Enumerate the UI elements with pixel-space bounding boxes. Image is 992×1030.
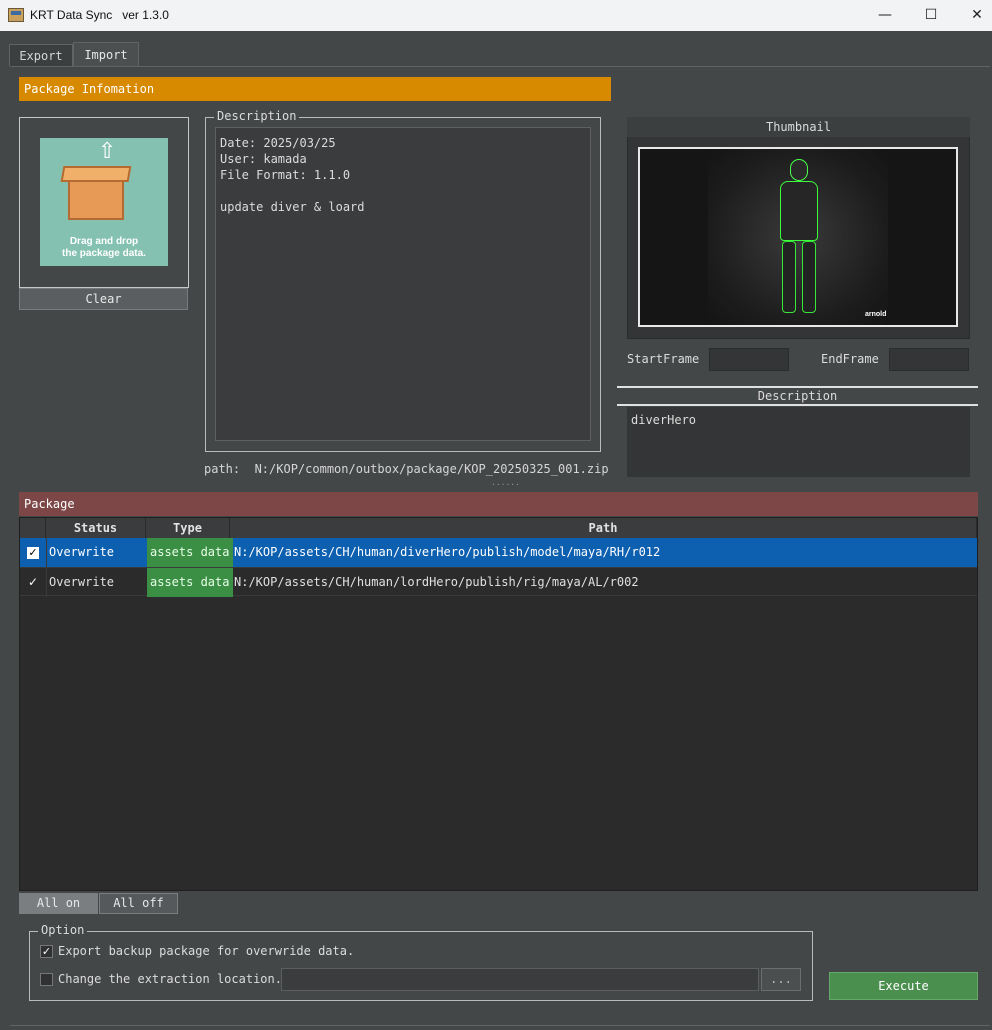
all-off-button[interactable]: All off [99, 893, 178, 914]
character-body [780, 181, 818, 241]
change-location-label[interactable]: Change the extraction location. [58, 972, 282, 986]
arrow-up-icon: ⇧ [98, 139, 117, 164]
column-header-check[interactable] [20, 518, 46, 538]
column-header-status[interactable]: Status [46, 518, 146, 538]
package-path-label: path: N:/KOP/common/outbox/package/KOP_2… [204, 462, 609, 476]
window-title: KRT Data Sync ver 1.3.0 [30, 8, 169, 22]
checkmark-icon: ✓ [27, 545, 39, 559]
row-status: Overwrite [46, 568, 150, 597]
thumbnail-description-title: Description [757, 389, 838, 403]
tab-import[interactable]: Import [73, 42, 139, 66]
box-lid [60, 166, 132, 182]
column-header-type[interactable]: Type [146, 518, 230, 538]
clear-button[interactable]: Clear [19, 288, 188, 310]
all-on-button[interactable]: All on [19, 893, 98, 914]
minimize-button[interactable]: — [862, 0, 908, 31]
render-background [708, 149, 888, 325]
start-frame-input[interactable] [709, 348, 789, 371]
thumbnail-image: arnold [638, 147, 958, 327]
app-icon [8, 8, 24, 22]
option-group-title: Option [38, 923, 88, 937]
row-path: N:/KOP/assets/CH/human/diverHero/publish… [234, 545, 661, 559]
column-header-path[interactable]: Path [230, 518, 977, 538]
close-button[interactable]: ✕ [954, 0, 992, 31]
thumbnail-description-text[interactable]: diverHero [627, 407, 970, 477]
extraction-location-input[interactable] [281, 968, 759, 991]
end-frame-input[interactable] [889, 348, 969, 371]
splitter-handle[interactable]: ...... [491, 478, 520, 487]
row-status: Overwrite [46, 538, 150, 567]
box-shape [68, 178, 124, 220]
row-checkbox[interactable]: ✓ [20, 538, 47, 567]
title-bar: KRT Data Sync ver 1.3.0 — ☐ ✕ [0, 0, 992, 31]
row-checkbox[interactable]: ✓ [20, 568, 47, 597]
table-row[interactable]: ✓ Overwrite assets data N:/KOP/assets/CH… [20, 567, 977, 597]
thumbnail-title: Thumbnail [627, 117, 970, 137]
row-type: assets data [147, 568, 233, 597]
character-leg-left [782, 241, 796, 313]
backup-label[interactable]: Export backup package for overwride data… [58, 944, 354, 958]
character-head [790, 159, 808, 181]
box-upload-icon[interactable]: ⇧ Drag and drop the package data. [40, 138, 168, 266]
tab-export[interactable]: Export [9, 44, 73, 66]
change-location-checkbox[interactable] [40, 973, 53, 986]
divider [617, 386, 978, 388]
divider [617, 404, 978, 406]
package-description-text[interactable]: Date: 2025/03/25 User: kamada File Forma… [215, 127, 591, 441]
table-row[interactable]: ✓ Overwrite assets data N:/KOP/assets/CH… [20, 538, 977, 567]
package-info-header: Package Infomation [19, 77, 611, 101]
description-group-title: Description [214, 109, 300, 123]
execute-button[interactable]: Execute [829, 972, 978, 1000]
backup-checkbox[interactable]: ✓ [40, 945, 53, 958]
row-type: assets data [147, 538, 233, 567]
drop-hint-text: Drag and drop the package data. [62, 236, 146, 259]
browse-button[interactable]: ... [761, 968, 801, 991]
maximize-button[interactable]: ☐ [908, 0, 954, 31]
end-frame-label: EndFrame [821, 352, 879, 366]
package-header: Package [19, 492, 978, 516]
row-path: N:/KOP/assets/CH/human/lordHero/publish/… [234, 575, 639, 589]
character-leg-right [802, 241, 816, 313]
checkmark-icon: ✓ [27, 575, 39, 589]
start-frame-label: StartFrame [627, 352, 700, 366]
arnold-watermark: arnold [865, 311, 887, 318]
checkmark-icon: ✓ [41, 945, 52, 958]
